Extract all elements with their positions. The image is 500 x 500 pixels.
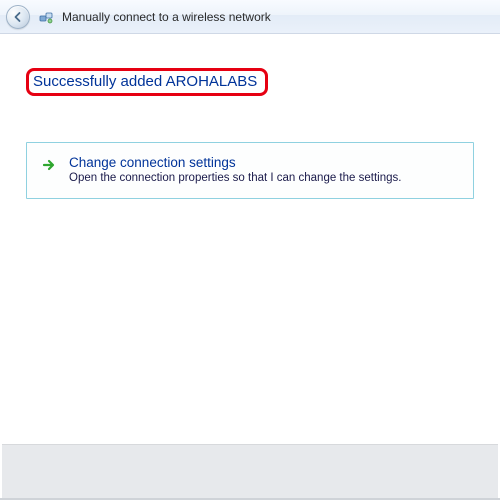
network-wizard-icon [38, 9, 54, 25]
wizard-header: Manually connect to a wireless network [0, 0, 500, 34]
arrow-right-icon [41, 155, 59, 184]
arrow-left-icon [12, 11, 24, 23]
annotation-highlight: Successfully added AROHALABS [26, 68, 268, 96]
option-description: Open the connection properties so that I… [69, 172, 459, 184]
option-title: Change connection settings [69, 155, 459, 170]
change-connection-settings-option[interactable]: Change connection settings Open the conn… [26, 142, 474, 199]
wizard-content: Successfully added AROHALABS Change conn… [0, 34, 500, 444]
back-button[interactable] [6, 5, 30, 29]
success-message: Successfully added AROHALABS [31, 71, 263, 93]
wizard-title: Manually connect to a wireless network [62, 10, 271, 24]
option-text-block: Change connection settings Open the conn… [69, 155, 459, 184]
wizard-footer [2, 444, 498, 498]
